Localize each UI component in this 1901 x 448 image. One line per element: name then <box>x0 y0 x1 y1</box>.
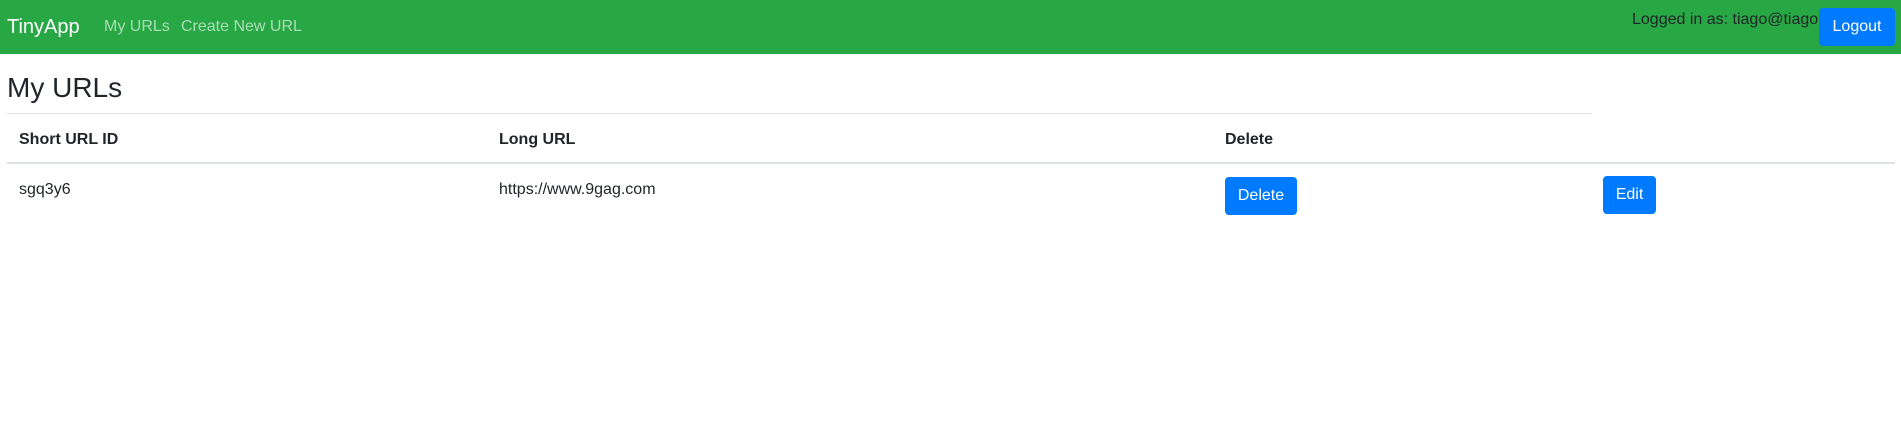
brand-link[interactable]: TinyApp <box>7 14 80 40</box>
navbar: TinyApp My URLs Create New URL Logged in… <box>0 0 1901 54</box>
delete-button[interactable]: Delete <box>1225 177 1297 215</box>
table-top-border <box>7 113 1591 114</box>
long-url-cell: https://www.9gag.com <box>499 181 656 198</box>
table-header-divider <box>7 162 1895 164</box>
column-header-short-url-id: Short URL ID <box>19 131 119 148</box>
column-header-long-url: Long URL <box>499 131 576 148</box>
logout-button[interactable]: Logout <box>1819 8 1895 46</box>
edit-button[interactable]: Edit <box>1603 176 1656 214</box>
page-title: My URLs <box>7 72 123 103</box>
nav-link-create-new-url[interactable]: Create New URL <box>181 17 302 37</box>
logged-in-status: Logged in as: tiago@tiago <box>1632 11 1819 28</box>
short-url-id-cell: sgq3y6 <box>19 181 71 198</box>
column-header-delete: Delete <box>1225 131 1274 148</box>
nav-link-my-urls[interactable]: My URLs <box>104 17 170 37</box>
